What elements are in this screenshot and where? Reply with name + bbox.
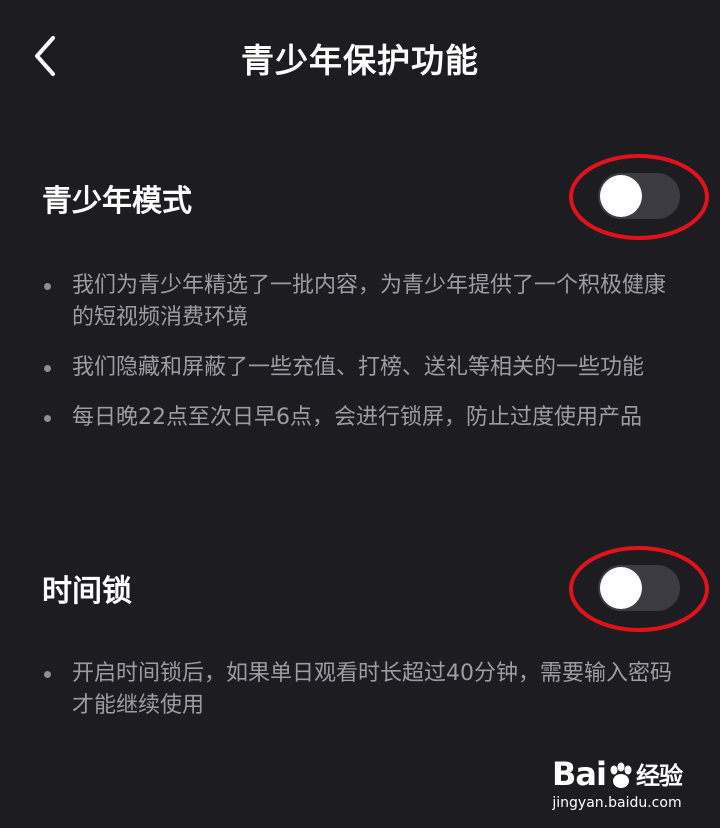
paw-icon [610, 762, 632, 788]
toggle-knob [600, 567, 642, 609]
baidu-jingyan-watermark: Bai 经验 jingyan.baidu.com [552, 755, 683, 812]
bullet-text: 我们隐藏和屏蔽了一些充值、打榜、送礼等相关的一些功能 [72, 355, 645, 380]
watermark-logo: Bai 经验 [552, 755, 683, 794]
page-title: 青少年保护功能 [241, 41, 479, 80]
list-item: 我们为青少年精选了一批内容，为青少年提供了一个积极健康的短视频消费环境 [42, 270, 682, 334]
list-item: 开启时间锁后，如果单日观看时长超过40分钟，需要输入密码才能继续使用 [42, 658, 682, 722]
teen-mode-toggle-area [568, 152, 710, 240]
time-lock-toggle[interactable] [598, 565, 680, 611]
watermark-logo-text: Bai [552, 755, 607, 793]
header: 青少年保护功能 [0, 0, 720, 116]
watermark-logo-suffix: 经验 [635, 762, 683, 790]
bullet-dot [44, 365, 51, 372]
bullet-text: 每日晚22点至次日早6点，会进行锁屏，防止过度使用产品 [72, 405, 642, 430]
toggle-knob [600, 175, 642, 217]
teen-mode-title: 青少年模式 [42, 184, 192, 219]
watermark-url: jingyan.baidu.com [552, 795, 682, 811]
teen-protection-page: 青少年保护功能 青少年模式 我们为青少年精选了一批内容，为青少年提供了一个积极健… [0, 0, 720, 828]
list-item: 每日晚22点至次日早6点，会进行锁屏，防止过度使用产品 [42, 402, 682, 434]
bullet-text: 开启时间锁后，如果单日观看时长超过40分钟，需要输入密码才能继续使用 [72, 661, 672, 718]
teen-mode-toggle[interactable] [598, 173, 680, 219]
bullet-dot [44, 671, 51, 678]
time-lock-toggle-area [568, 544, 710, 632]
bullet-dot [44, 415, 51, 422]
time-lock-title: 时间锁 [42, 574, 132, 609]
bullet-dot [44, 283, 51, 290]
list-item: 我们隐藏和屏蔽了一些充值、打榜、送礼等相关的一些功能 [42, 352, 682, 384]
bullet-text: 我们为青少年精选了一批内容，为青少年提供了一个积极健康的短视频消费环境 [72, 273, 667, 330]
teen-mode-bullets: 我们为青少年精选了一批内容，为青少年提供了一个积极健康的短视频消费环境 我们隐藏… [42, 270, 682, 452]
time-lock-bullets: 开启时间锁后，如果单日观看时长超过40分钟，需要输入密码才能继续使用 [42, 658, 682, 740]
